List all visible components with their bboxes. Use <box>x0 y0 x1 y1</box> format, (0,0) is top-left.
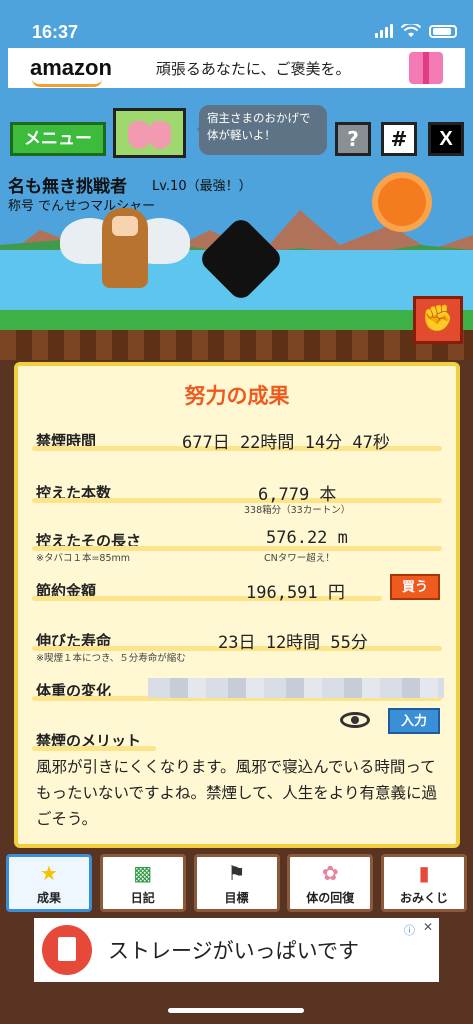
x-share-icon[interactable]: X <box>428 122 464 156</box>
weight-chart-blurred <box>148 678 444 698</box>
help-icon[interactable]: ? <box>335 122 371 156</box>
hashtag-icon[interactable]: # <box>381 122 417 156</box>
top-ad-banner[interactable]: amazon 頑張るあなたに、ご褒美を。 <box>8 48 465 88</box>
soil-scenery <box>0 330 473 360</box>
life-extended-value: 23日 12時間 55分 <box>218 633 368 653</box>
eye-toggle-icon[interactable] <box>340 712 370 728</box>
avoided-count-sub: 338箱分（33カートン） <box>244 505 351 516</box>
menu-button[interactable]: メニュー <box>10 122 106 156</box>
status-time: 16:37 <box>32 22 79 42</box>
lungs-icon: ✿ <box>321 861 339 885</box>
results-panel: 努力の成果 禁煙時間 677日 22時間 14分 47秒 控えた本数 6,779… <box>14 362 460 848</box>
bottom-ad-text: ストレージがいっぱいです <box>108 939 359 963</box>
right-lung-icon <box>149 121 171 149</box>
left-lung-icon <box>128 121 150 149</box>
amazon-logo: amazon <box>30 55 112 87</box>
punch-fist-button[interactable]: ✊ <box>413 296 463 344</box>
top-ad-text: 頑張るあなたに、ご褒美を。 <box>155 59 351 78</box>
star-icon: ★ <box>40 861 58 885</box>
bottom-ad-banner[interactable]: ストレージがいっぱいです ⓘ ✕ <box>34 918 439 982</box>
lungs-character-button[interactable] <box>113 108 186 158</box>
tab-goal[interactable]: ⚑ 目標 <box>193 854 280 912</box>
tab-body-recovery[interactable]: ✿ 体の回復 <box>287 854 374 912</box>
avoided-length-sub: CNタワー超え！ <box>264 553 335 564</box>
gift-box-icon <box>409 52 443 84</box>
player-level: Lv.10（最強！） <box>152 179 252 194</box>
quit-time-value: 677日 22時間 14分 47秒 <box>182 433 390 453</box>
grass-scenery <box>0 310 473 332</box>
panel-title: 努力の成果 <box>184 384 290 408</box>
status-bar: 16:37 <box>0 0 473 48</box>
buy-button[interactable]: 買う <box>390 574 440 600</box>
cigarette-length-note: ※タバコ１本=85mm <box>36 553 131 564</box>
merit-text: 風邪が引きにくくなります。風邪で寝込んでいる時間ってもったいないですよね。禁煙し… <box>36 758 437 828</box>
signal-icon <box>375 24 393 38</box>
tab-omikuji[interactable]: ▮ おみくじ <box>381 854 467 912</box>
weight-input-button[interactable]: 入力 <box>388 708 440 734</box>
ad-info-icon[interactable]: ⓘ <box>404 922 415 938</box>
player-name: 名も無き挑戦者 <box>8 177 127 197</box>
ad-close-icon[interactable]: ✕ <box>423 920 433 934</box>
speech-bubble: 宿主さまのおかげで体が軽いよ！ <box>197 105 327 155</box>
home-indicator <box>168 1008 304 1013</box>
hero-character[interactable] <box>60 200 190 295</box>
sun-character <box>378 178 426 226</box>
avoided-length-value: 576.22 m <box>266 528 348 548</box>
flag-icon: ⚑ <box>227 861 246 885</box>
sd-card-icon <box>42 925 92 975</box>
bottom-tab-bar: ★ 成果 ▩ 日記 ⚑ 目標 ✿ 体の回復 ▮ おみくじ <box>6 854 467 912</box>
omikuji-icon: ▮ <box>418 861 430 885</box>
battery-icon <box>429 24 457 38</box>
status-icons <box>375 24 457 38</box>
tab-results[interactable]: ★ 成果 <box>6 854 92 912</box>
wifi-icon <box>401 24 421 37</box>
book-icon: ▩ <box>133 861 153 885</box>
life-extended-note: ※喫煙１本につき、５分寿命が縮む <box>36 653 186 664</box>
tab-diary[interactable]: ▩ 日記 <box>99 854 186 912</box>
savings-value: 196,591 円 <box>246 583 345 603</box>
